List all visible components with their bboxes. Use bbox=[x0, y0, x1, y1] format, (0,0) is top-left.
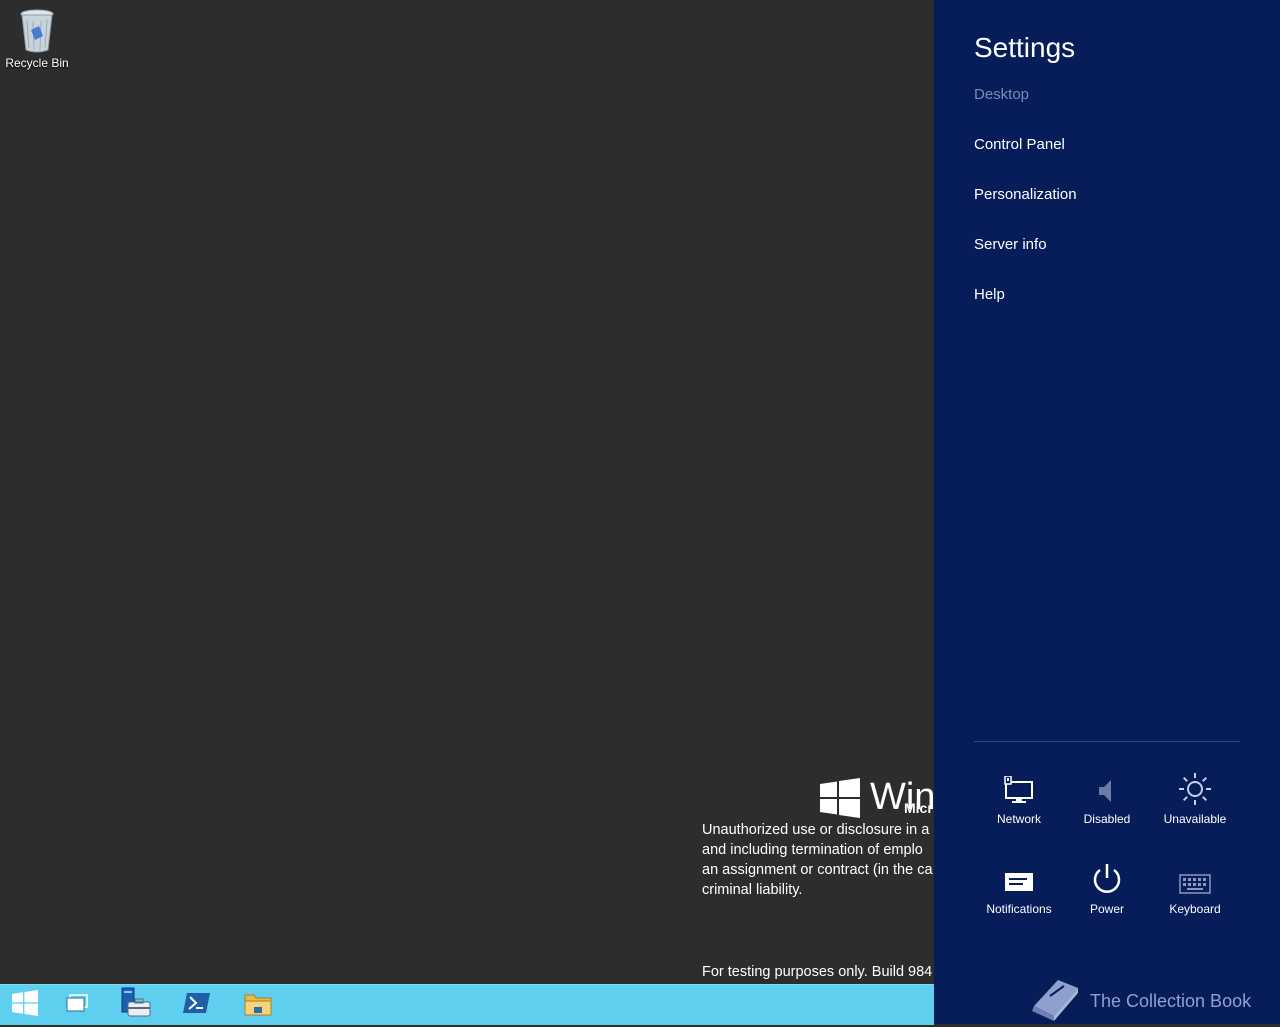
notifications-icon bbox=[975, 856, 1063, 896]
brightness-icon bbox=[1151, 766, 1239, 806]
powershell-button[interactable] bbox=[172, 985, 222, 1025]
settings-title: Settings bbox=[974, 32, 1076, 63]
tile-keyboard[interactable]: Keyboard bbox=[1151, 856, 1239, 916]
tile-notifications[interactable]: Notifications bbox=[975, 856, 1063, 916]
book-icon bbox=[1028, 976, 1082, 1027]
legal-line: criminal liability. bbox=[702, 882, 803, 898]
tile-volume-label: Disabled bbox=[1083, 812, 1131, 826]
settings-context: Desktop bbox=[974, 86, 1030, 103]
server-manager-icon bbox=[118, 986, 152, 1025]
windows-logo-icon bbox=[820, 778, 860, 823]
network-icon bbox=[975, 766, 1063, 806]
tile-brightness[interactable]: Unavailable bbox=[1151, 766, 1239, 826]
task-view-icon bbox=[65, 993, 89, 1018]
link-personalization[interactable]: Personalization bbox=[974, 186, 1077, 203]
power-icon bbox=[1063, 856, 1151, 896]
recycle-bin-icon bbox=[17, 6, 57, 54]
tile-power[interactable]: Power bbox=[1063, 856, 1151, 916]
tile-network[interactable]: Network bbox=[975, 766, 1063, 826]
legal-notice: Unauthorized use or disclosure in a and … bbox=[702, 820, 933, 900]
link-server-info[interactable]: Server info bbox=[974, 236, 1047, 253]
recycle-bin-label: Recycle Bin bbox=[5, 56, 69, 70]
tile-brightness-label: Unavailable bbox=[1163, 812, 1227, 826]
legal-line: Unauthorized use or disclosure in a bbox=[702, 822, 930, 838]
task-view-button[interactable] bbox=[52, 985, 102, 1025]
tile-network-label: Network bbox=[996, 812, 1041, 826]
file-explorer-button[interactable] bbox=[233, 985, 283, 1025]
recycle-bin[interactable]: Recycle Bin bbox=[4, 6, 70, 70]
collection-book-text: The Collection Book bbox=[1090, 991, 1252, 1011]
tile-power-label: Power bbox=[1089, 902, 1124, 916]
volume-icon bbox=[1063, 766, 1151, 806]
powershell-icon bbox=[183, 991, 211, 1020]
legal-line: and including termination of emplo bbox=[702, 842, 923, 858]
tile-notifications-label: Notifications bbox=[986, 902, 1052, 916]
tile-volume[interactable]: Disabled bbox=[1063, 766, 1151, 826]
start-icon bbox=[12, 989, 38, 1021]
start-button[interactable] bbox=[0, 985, 50, 1025]
tile-keyboard-label: Keyboard bbox=[1169, 902, 1221, 916]
microsoft-text: Micr bbox=[904, 800, 933, 816]
link-help[interactable]: Help bbox=[974, 286, 1005, 303]
collection-book-watermark: The Collection Book bbox=[1028, 976, 1251, 1027]
file-explorer-icon bbox=[243, 989, 273, 1022]
keyboard-icon bbox=[1151, 856, 1239, 896]
settings-divider bbox=[974, 741, 1240, 742]
legal-line: an assignment or contract (in the ca bbox=[702, 862, 933, 878]
server-manager-button[interactable] bbox=[110, 985, 160, 1025]
link-control-panel[interactable]: Control Panel bbox=[974, 136, 1065, 153]
taskbar bbox=[0, 984, 934, 1025]
build-notice: For testing purposes only. Build 984 bbox=[702, 964, 933, 980]
settings-charm: Settings Desktop Control Panel Personali… bbox=[934, 0, 1280, 1024]
